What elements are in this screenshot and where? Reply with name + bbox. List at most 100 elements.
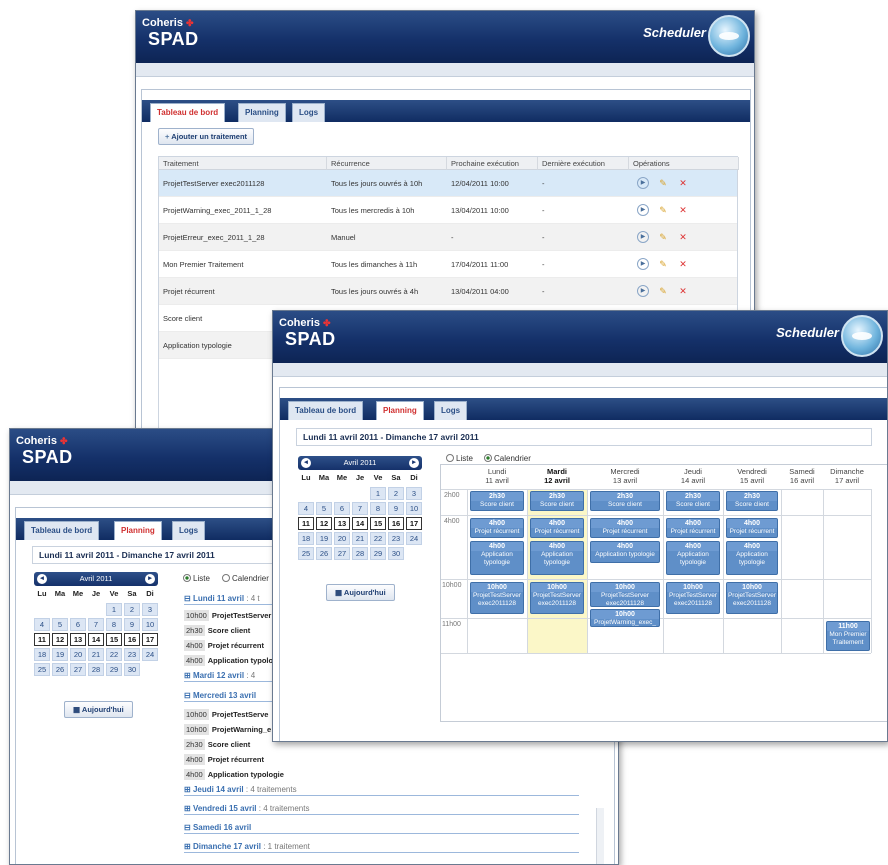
- event-projet-recurrent[interactable]: 4h00 Projet récurrent: [726, 518, 778, 538]
- calendar-day[interactable]: 16: [388, 517, 404, 530]
- calendar-day[interactable]: 24: [406, 532, 422, 545]
- calendar-day[interactable]: 5: [316, 502, 332, 515]
- calendar-day[interactable]: 5: [52, 618, 68, 631]
- tab-tableau-de-bord[interactable]: Tableau de bord: [288, 401, 364, 420]
- edit-icon[interactable]: ✎: [657, 204, 669, 216]
- calendar-day[interactable]: 20: [334, 532, 350, 545]
- calendar-day[interactable]: 17: [142, 633, 158, 646]
- list-item[interactable]: 2h30 Score client: [184, 625, 250, 636]
- calendar-day[interactable]: 11: [298, 517, 314, 530]
- calendar-day[interactable]: 2: [388, 487, 404, 500]
- delete-icon[interactable]: ✕: [677, 231, 689, 243]
- calendar-day[interactable]: 10: [406, 502, 422, 515]
- view-list-radio[interactable]: Liste: [446, 454, 473, 463]
- calendar-day[interactable]: 26: [316, 547, 332, 560]
- calendar-day[interactable]: 28: [352, 547, 368, 560]
- event-score-client[interactable]: 2h30 Score client: [726, 491, 778, 511]
- calendar-day[interactable]: 6: [70, 618, 86, 631]
- calendar-day[interactable]: 27: [70, 663, 86, 676]
- col-header-last[interactable]: Dernière exécution: [538, 157, 629, 170]
- list-item[interactable]: 2h30 Score client: [184, 739, 250, 750]
- calendar-day[interactable]: 14: [88, 633, 104, 646]
- calendar-day[interactable]: 11: [34, 633, 50, 646]
- calendar-day[interactable]: 25: [34, 663, 50, 676]
- calendar-day[interactable]: 12: [316, 517, 332, 530]
- calendar-day[interactable]: 26: [52, 663, 68, 676]
- list-group-saturday[interactable]: ⊟ Samedi 16 avril: [184, 823, 579, 834]
- prev-month-icon[interactable]: ◂: [301, 458, 311, 468]
- calendar-day[interactable]: 19: [316, 532, 332, 545]
- list-item[interactable]: 4h00 Application typologie: [184, 769, 284, 780]
- calendar-day[interactable]: 7: [88, 618, 104, 631]
- run-icon[interactable]: ▶: [637, 204, 649, 216]
- list-group-thursday[interactable]: ⊞ Jeudi 14 avril : 4 traitements: [184, 785, 579, 796]
- event-application-typologie[interactable]: 4h00 Application typologie: [726, 541, 778, 575]
- calendar-day[interactable]: 24: [142, 648, 158, 661]
- calendar-day[interactable]: 13: [334, 517, 350, 530]
- calendar-day[interactable]: 9: [388, 502, 404, 515]
- day-header[interactable]: Mercredi 13 avril: [587, 467, 663, 485]
- col-header-recurrence[interactable]: Récurrence: [327, 157, 447, 170]
- list-item[interactable]: 4h00 Application typolo: [184, 655, 273, 666]
- calendar-day[interactable]: 23: [388, 532, 404, 545]
- day-header[interactable]: Mardi 12 avril: [527, 467, 587, 485]
- run-icon[interactable]: ▶: [637, 177, 649, 189]
- tab-logs[interactable]: Logs: [172, 521, 206, 540]
- view-calendar-radio[interactable]: Calendrier: [222, 574, 269, 583]
- delete-icon[interactable]: ✕: [677, 285, 689, 297]
- tab-tableau-de-bord[interactable]: Tableau de bord: [24, 521, 100, 540]
- calendar-day[interactable]: 21: [88, 648, 104, 661]
- calendar-day[interactable]: 22: [106, 648, 122, 661]
- today-button[interactable]: ▦ Aujourd'hui: [64, 701, 133, 718]
- view-calendar-radio[interactable]: Calendrier: [484, 454, 531, 463]
- calendar-day[interactable]: 23: [124, 648, 140, 661]
- tab-logs[interactable]: Logs: [292, 103, 326, 122]
- calendar-day[interactable]: 29: [106, 663, 122, 676]
- day-header[interactable]: Lundi 11 avril: [467, 467, 527, 485]
- run-icon[interactable]: ▶: [637, 285, 649, 297]
- calendar-day[interactable]: 25: [298, 547, 314, 560]
- calendar-day[interactable]: 3: [142, 603, 158, 616]
- event-projet-test-server[interactable]: 10h00 ProjetTestServer exec2011128: [666, 582, 720, 614]
- next-month-icon[interactable]: ▸: [409, 458, 419, 468]
- calendar-day[interactable]: 1: [106, 603, 122, 616]
- calendar-day[interactable]: 6: [334, 502, 350, 515]
- day-header[interactable]: Vendredi 15 avril: [723, 467, 781, 485]
- event-projet-test-server[interactable]: 10h00 ProjetTestServer exec2011128: [470, 582, 524, 614]
- calendar-day[interactable]: 19: [52, 648, 68, 661]
- view-list-radio[interactable]: Liste: [183, 574, 210, 583]
- event-projet-recurrent[interactable]: 4h00 Projet récurrent: [530, 518, 584, 538]
- table-row[interactable]: ProjetWarning_exec_2011_1_28 Tous les me…: [159, 197, 737, 224]
- event-projet-recurrent[interactable]: 4h00 Projet récurrent: [470, 518, 524, 538]
- calendar-day[interactable]: 21: [352, 532, 368, 545]
- calendar-day[interactable]: 28: [88, 663, 104, 676]
- event-application-typologie[interactable]: 4h00 Application typologie: [530, 541, 584, 575]
- tab-planning[interactable]: Planning: [376, 401, 424, 420]
- event-application-typologie[interactable]: 4h00 Application typologie: [666, 541, 720, 575]
- day-header[interactable]: Jeudi 14 avril: [663, 467, 723, 485]
- delete-icon[interactable]: ✕: [677, 204, 689, 216]
- calendar-day[interactable]: 30: [388, 547, 404, 560]
- event-projet-test-server[interactable]: 10h00 ProjetTestServer exec2011128: [726, 582, 778, 614]
- calendar-day[interactable]: 29: [370, 547, 386, 560]
- delete-icon[interactable]: ✕: [677, 258, 689, 270]
- event-projet-test-server[interactable]: 10h00 ProjetTestServer exec2011128: [590, 582, 660, 607]
- calendar-day[interactable]: 27: [334, 547, 350, 560]
- tab-planning[interactable]: Planning: [238, 103, 286, 122]
- calendar-day[interactable]: 12: [52, 633, 68, 646]
- event-application-typologie[interactable]: 4h00 Application typologie: [470, 541, 524, 575]
- col-header-next[interactable]: Prochaine exécution: [447, 157, 538, 170]
- calendar-day[interactable]: 7: [352, 502, 368, 515]
- day-header[interactable]: Samedi 16 avril: [781, 467, 823, 485]
- list-item[interactable]: 10h00 ProjetTestServer: [184, 610, 271, 621]
- edit-icon[interactable]: ✎: [657, 231, 669, 243]
- add-task-button[interactable]: + Ajouter un traitement: [158, 128, 255, 145]
- calendar-day[interactable]: 2: [124, 603, 140, 616]
- table-row[interactable]: Mon Premier Traitement Tous les dimanche…: [159, 251, 737, 278]
- list-item[interactable]: 4h00 Projet récurrent: [184, 640, 264, 651]
- edit-icon[interactable]: ✎: [657, 285, 669, 297]
- event-score-client[interactable]: 2h30 Score client: [590, 491, 660, 511]
- table-row[interactable]: ProjetErreur_exec_2011_1_28 Manuel - - ▶…: [159, 224, 737, 251]
- event-projet-recurrent[interactable]: 4h00 Projet récurrent: [666, 518, 720, 538]
- run-icon[interactable]: ▶: [637, 231, 649, 243]
